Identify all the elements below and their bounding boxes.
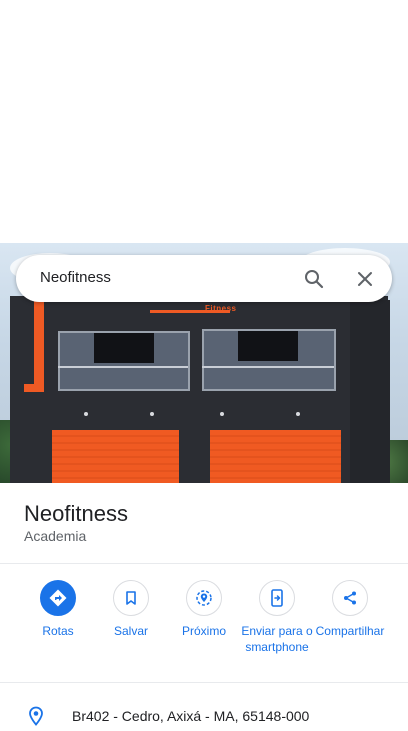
directions-button[interactable]: Rotas (21, 580, 95, 639)
action-label: Rotas (42, 624, 74, 638)
action-label: Próximo (181, 624, 226, 638)
divider (0, 563, 408, 564)
wall-light (150, 412, 154, 416)
directions-icon[interactable] (40, 580, 76, 616)
wall-light (84, 412, 88, 416)
address-text: Br402 - Cedro, Axixá - MA, 65148-000 (72, 708, 310, 724)
search-icon[interactable] (302, 267, 326, 291)
window-rail (58, 366, 188, 368)
send-to-phone-button[interactable]: Enviar para o smartphone (240, 580, 314, 655)
place-category[interactable]: Academia (24, 528, 86, 544)
sign-text: Fitness (205, 304, 237, 313)
location-pin-icon (26, 706, 46, 726)
bookmark-icon[interactable] (113, 580, 149, 616)
search-input[interactable]: Neofitness (40, 269, 111, 286)
action-label: Salvar (113, 624, 148, 638)
nearby-button[interactable]: Próximo (167, 580, 241, 639)
send-to-phone-icon[interactable] (259, 580, 295, 616)
wall-light (220, 412, 224, 416)
nearby-icon[interactable] (186, 580, 222, 616)
close-icon[interactable] (353, 267, 377, 291)
place-name: Neofitness (24, 501, 128, 526)
shutter-door (210, 430, 341, 483)
window-opening (94, 333, 154, 363)
divider (0, 682, 408, 683)
orange-trim (34, 300, 44, 390)
building-side (350, 300, 390, 483)
action-label: Enviar para o smartphone (241, 624, 313, 654)
shutter-door (52, 430, 179, 483)
share-button[interactable]: Compartilhar (313, 580, 387, 639)
search-bar[interactable]: Neofitness (16, 255, 392, 302)
orange-trim (24, 384, 44, 392)
address-row[interactable]: Br402 - Cedro, Axixá - MA, 65148-000 (0, 698, 408, 726)
share-icon[interactable] (332, 580, 368, 616)
save-button[interactable]: Salvar (94, 580, 168, 639)
window-opening (238, 331, 298, 361)
action-label: Compartilhar (315, 624, 385, 638)
wall-light (296, 412, 300, 416)
window-rail (202, 366, 334, 368)
map-area-blank (0, 0, 408, 243)
action-bar: Rotas Salvar Próximo Enviar para o smart… (0, 580, 408, 670)
